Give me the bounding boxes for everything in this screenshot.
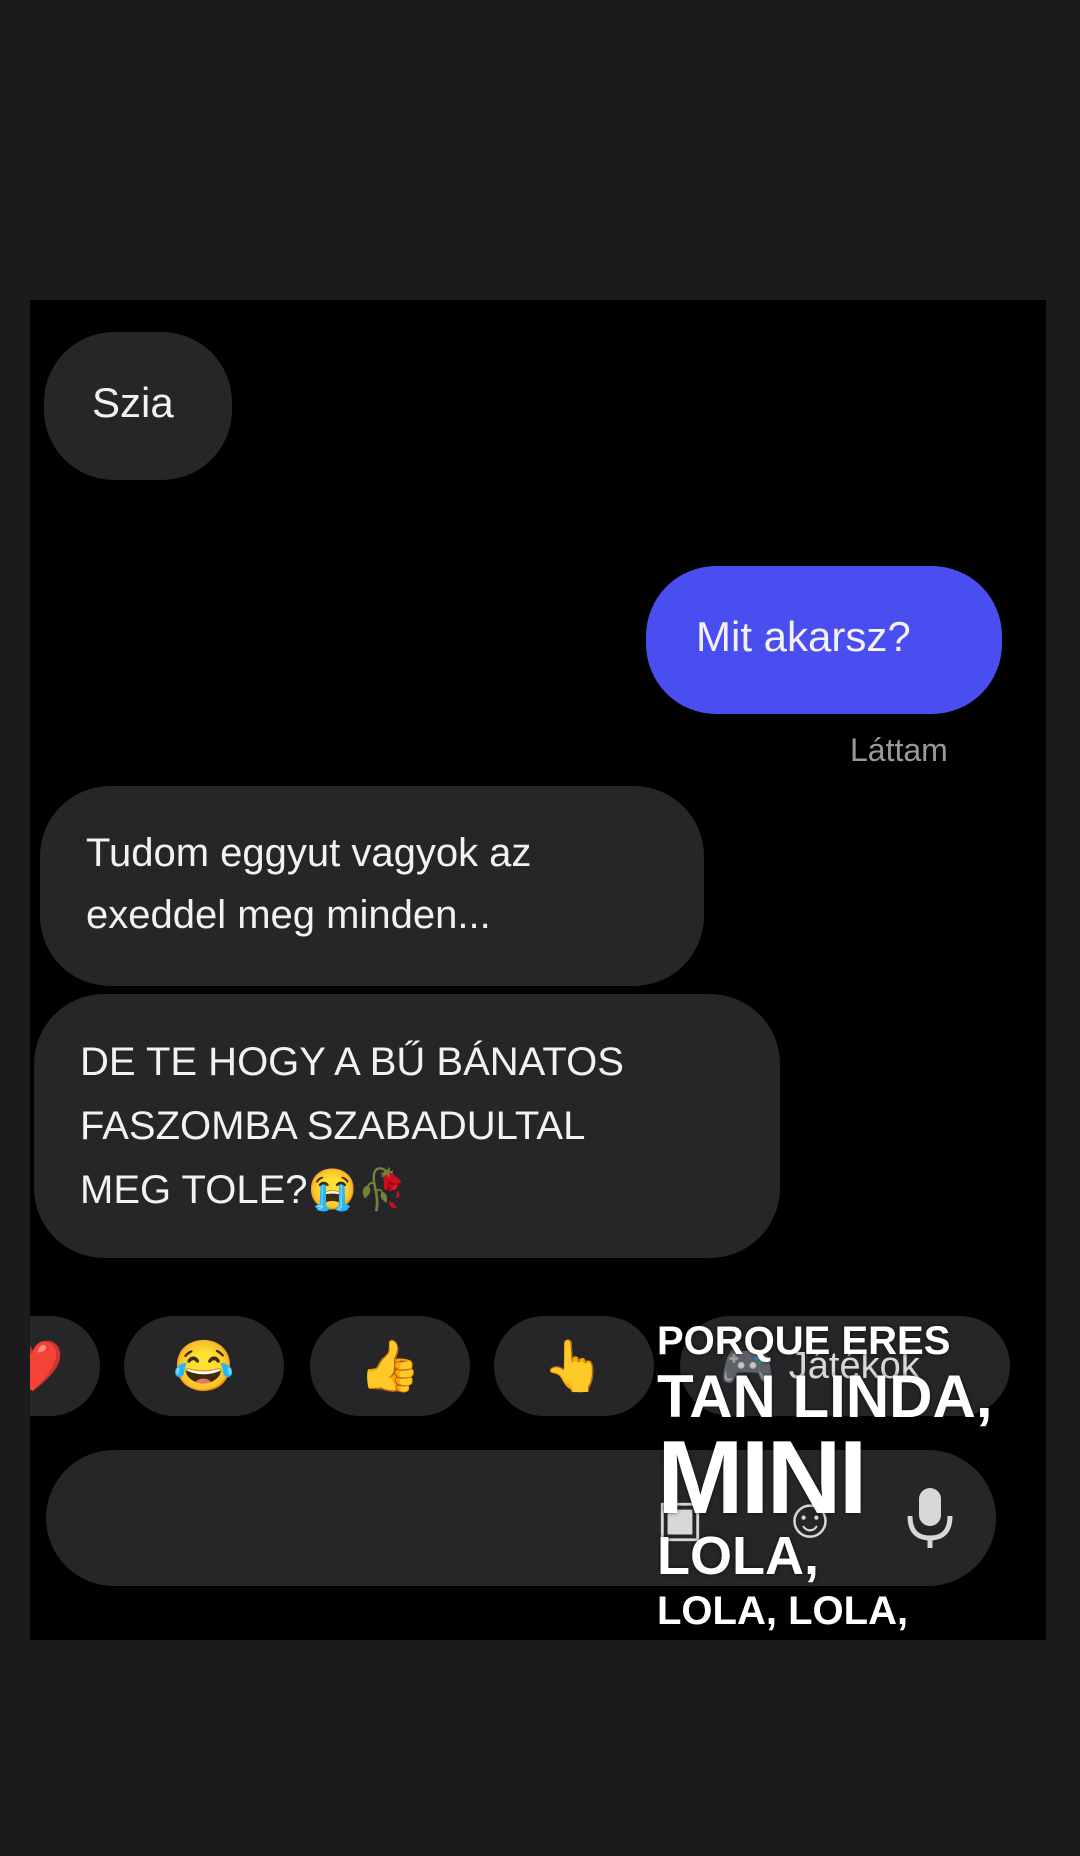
quick-reaction-point-up[interactable]: 👆 [494,1316,654,1416]
story-frame: Szia Mit akarsz? Láttam Tudom eggyut vag… [0,0,1080,1856]
seen-status: Láttam [850,732,948,768]
message-text: FASZOMBA SZABADULTAL [80,1104,586,1148]
quick-reaction-laugh[interactable]: 😂 [124,1316,284,1416]
message-text: Mit akarsz? [696,613,911,660]
incoming-message[interactable]: Tudom eggyut vagyok az exeddel meg minde… [40,786,704,986]
message-text: MEG TOLE?😭🥀 [80,1168,408,1212]
overlay-line: LOLA, LOLA, [657,1589,909,1633]
overlay-line: MINI [657,1420,868,1536]
incoming-message[interactable]: DE TE HOGY A BŰ BÁNATOS FASZOMBA SZABADU… [34,994,780,1258]
story-text-overlay: PORQUE ERES TAN LINDA, MINI LOLA, LOLA, … [657,1318,993,1636]
message-text: DE TE HOGY A BŰ BÁNATOS [80,1040,624,1084]
outgoing-message[interactable]: Mit akarsz? [646,566,1002,714]
overlay-line: PORQUE ERES [657,1319,951,1363]
message-text: Szia [92,379,174,426]
message-text: Tudom eggyut vagyok az [86,831,532,875]
quick-reaction-heart[interactable]: ❤️ [30,1316,100,1416]
incoming-message[interactable]: Szia [44,332,232,480]
message-text: exeddel meg minden... [86,893,491,937]
quick-reaction-thumbs-up[interactable]: 👍 [310,1316,470,1416]
